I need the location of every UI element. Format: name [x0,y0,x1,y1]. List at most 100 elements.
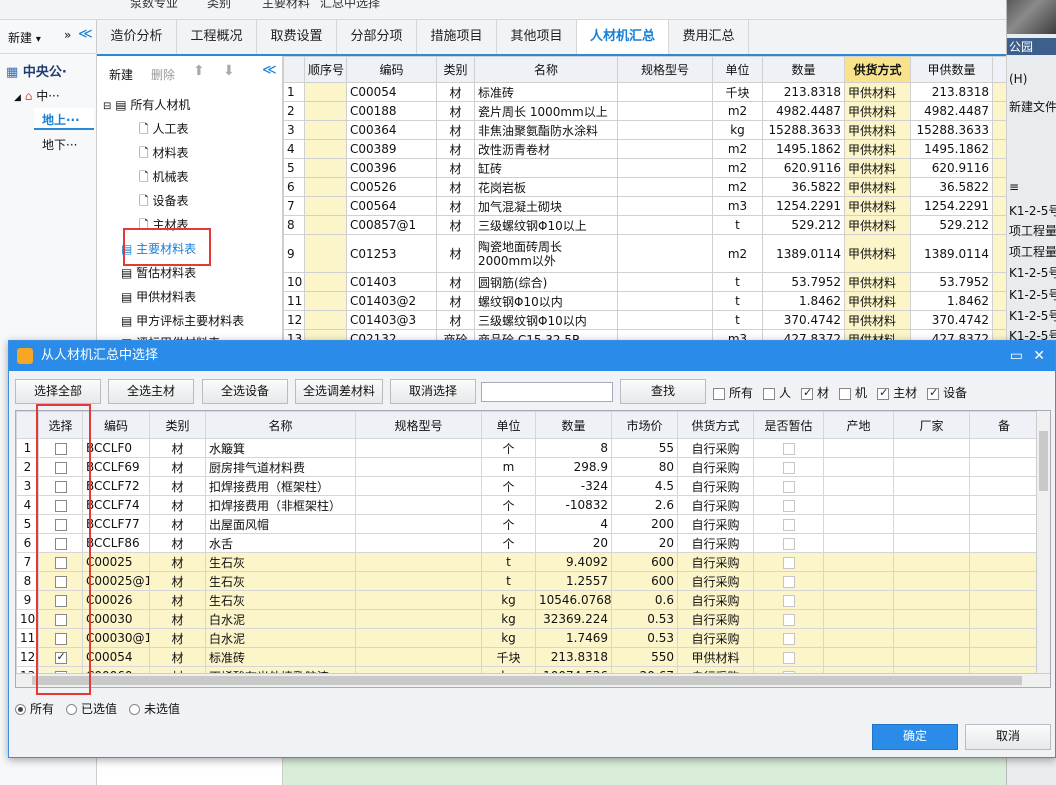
table-cell[interactable] [355,514,482,534]
table-row[interactable]: 4 BCCLF74 材扣焊接费用（非框架柱）个 -10832 2.6 自行采购 [16,495,1039,515]
checkbox-icon[interactable] [782,461,795,474]
estimate-cell[interactable] [753,590,824,610]
table-cell[interactable]: 三级螺纹钢Φ10以内 [474,310,618,330]
table-cell[interactable]: t [712,215,763,235]
estimate-cell[interactable] [753,571,824,591]
tree-item-bid-main-materials[interactable]: ▤ 甲方评标主要材料表 [121,312,244,329]
table-cell[interactable]: BCCLF74 [82,495,150,515]
table-cell[interactable]: 12 [283,310,305,330]
table-cell[interactable]: C00188 [346,101,437,121]
table-cell[interactable] [823,438,894,458]
table-cell[interactable]: 甲供材料 [844,82,911,102]
table-cell[interactable]: 1389.0114 [910,234,993,273]
table-cell[interactable] [617,291,713,311]
table-row[interactable]: 9 C00026 材生石灰 kg 10546.0768 0.6 自行采购 [16,590,1039,610]
table-cell[interactable]: t [712,291,763,311]
table-cell[interactable]: 白水泥 [205,609,356,629]
tab-sub-items[interactable]: 分部分项 [337,20,417,54]
table-cell[interactable]: kg [481,628,536,648]
table-cell[interactable]: 千块 [712,82,763,102]
table-cell[interactable]: 4 [535,514,612,534]
table-cell[interactable]: 4982.4487 [762,101,845,121]
table-cell[interactable]: C00564 [346,196,437,216]
table-row[interactable]: 1 C00054 材标准砖 千块 213.8318 甲供材料 213.8318 [283,82,1007,102]
table-cell[interactable] [969,590,1039,610]
table-cell[interactable]: C00054 [346,82,437,102]
table-cell[interactable]: 8 [535,438,612,458]
table-cell[interactable]: 自行采购 [677,495,754,515]
table-cell[interactable]: 370.4742 [762,310,845,330]
table-cell[interactable] [617,272,713,292]
table-cell[interactable] [969,628,1039,648]
table-row[interactable]: 8 C00025@1 材生石灰 t 1.2557 600 自行采购 [16,571,1039,591]
tab-measures[interactable]: 措施项目 [417,20,497,54]
table-row[interactable]: 7 C00025 材生石灰 t 9.4092 600 自行采购 [16,552,1039,572]
estimate-cell[interactable] [753,647,824,667]
table-row[interactable]: 9 C01253 材陶瓷地面砖周长 2000mm以外 m2 1389.0114 甲供材料 1… [283,234,1007,273]
table-cell[interactable]: C01403 [346,272,437,292]
table-cell[interactable] [304,310,347,330]
table-cell[interactable]: m [481,457,536,477]
table-cell[interactable] [969,438,1039,458]
table-cell[interactable] [355,438,482,458]
table-cell[interactable]: 个 [481,514,536,534]
checkbox-icon[interactable] [839,387,852,400]
tree-item-equipment[interactable]: 🗋 设备表 [139,192,189,213]
table-cell[interactable] [617,101,713,121]
table-cell[interactable] [893,514,970,534]
table-cell[interactable] [617,310,713,330]
table-cell[interactable]: 材 [436,158,475,178]
checkbox-icon[interactable] [782,518,795,531]
table-cell[interactable]: 80 [611,457,678,477]
table-cell[interactable]: 529.212 [762,215,845,235]
confirm-button[interactable]: 确定 [872,724,958,750]
table-cell[interactable]: 2 [283,101,305,121]
collapse-icon[interactable]: ≪ [78,26,93,42]
checkbox-icon[interactable] [782,575,795,588]
table-cell[interactable]: kg [712,120,763,140]
table-cell[interactable]: 花岗岩板 [474,177,618,197]
table-cell[interactable]: 甲供材料 [844,139,911,159]
table-cell[interactable]: 1.8462 [762,291,845,311]
checkbox-icon[interactable] [782,499,795,512]
table-cell[interactable]: 9.4092 [535,552,612,572]
table-cell[interactable]: 15288.3633 [910,120,993,140]
table-cell[interactable]: 0.53 [611,628,678,648]
table-cell[interactable]: 自行采购 [677,514,754,534]
table-cell[interactable]: 4 [283,139,305,159]
tree-item-materials[interactable]: 🗋 材料表 [139,144,189,165]
table-cell[interactable]: 620.9116 [762,158,845,178]
column-header[interactable]: 类别 [436,56,475,83]
table-cell[interactable]: 9 [283,234,305,273]
table-cell[interactable] [617,120,713,140]
checkbox-icon[interactable] [927,386,940,400]
table-cell[interactable]: m2 [712,234,763,273]
column-header[interactable]: 甲供数量 [910,56,993,83]
table-cell[interactable]: 213.8318 [535,647,612,667]
table-cell[interactable]: m2 [712,177,763,197]
table-row[interactable]: 11 C00030@1 材白水泥 kg 1.7469 0.53 自行采购 [16,628,1039,648]
more-icon[interactable]: » [64,28,71,42]
table-cell[interactable]: 10 [283,272,305,292]
table-cell[interactable]: 2.6 [611,495,678,515]
table-cell[interactable]: 缸砖 [474,158,618,178]
table-cell[interactable]: 55 [611,438,678,458]
table-cell[interactable]: 甲供材料 [844,272,911,292]
table-cell[interactable]: 1.2557 [535,571,612,591]
table-row[interactable]: 7 C00564 材加气混凝土砌块 m3 1254.2291 甲供材料 1254.2291 [283,196,1007,216]
table-cell[interactable]: 550 [611,647,678,667]
table-cell[interactable]: 5 [283,158,305,178]
scrollbar-thumb[interactable] [1039,431,1048,491]
column-header[interactable]: 数量 [762,56,845,83]
table-cell[interactable]: 3 [283,120,305,140]
table-cell[interactable]: kg [481,609,536,629]
minimize-icon[interactable]: ▭ [1010,341,1023,371]
table-cell[interactable] [823,647,894,667]
table-cell[interactable]: 个 [481,533,536,553]
filter-checkbox[interactable]: 主材 [877,386,917,400]
table-cell[interactable]: BCCLF72 [82,476,150,496]
table-cell[interactable] [617,158,713,178]
tree-item-labor[interactable]: 🗋 人工表 [139,120,189,141]
table-row[interactable]: 2 BCCLF69 材厨房排气道材料费 m 298.9 80 自行采购 [16,457,1039,477]
table-cell[interactable]: 陶瓷地面砖周长 2000mm以外 [474,234,618,273]
